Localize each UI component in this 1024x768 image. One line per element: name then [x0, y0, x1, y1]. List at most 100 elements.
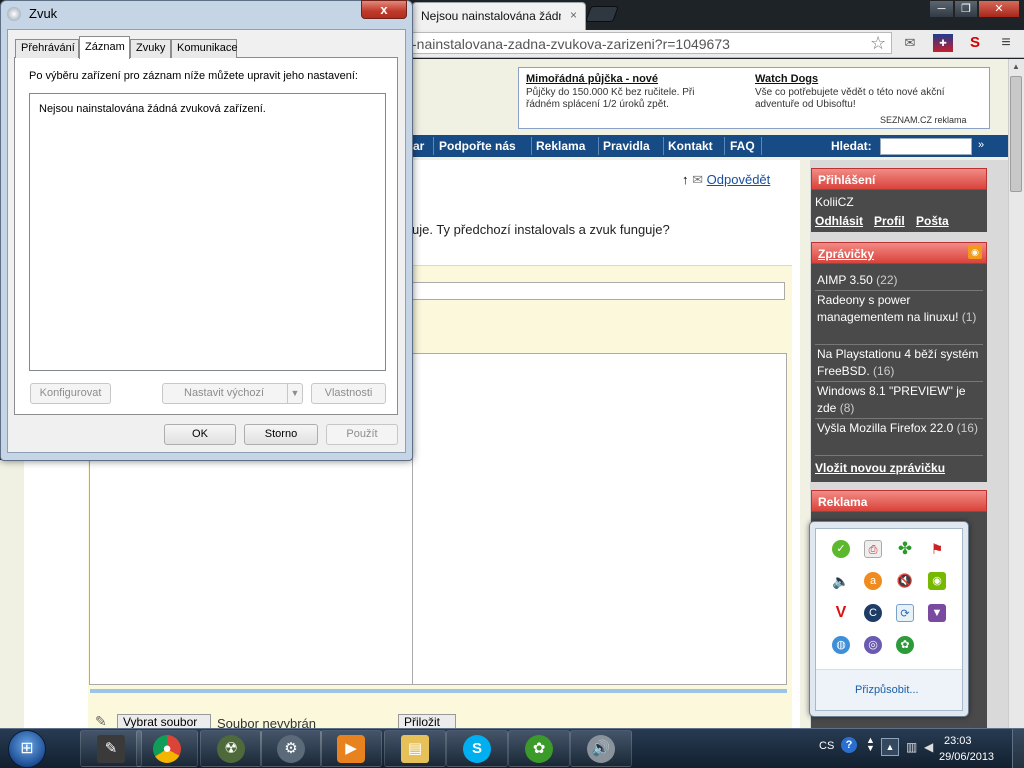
- window-close-button[interactable]: ✕: [978, 0, 1020, 18]
- address-url: -nainstalovana-zadna-zvukova-zarizeni?r=…: [412, 36, 730, 52]
- network-icon[interactable]: ▥: [906, 740, 917, 754]
- news-item[interactable]: AIMP 3.50 (22): [817, 272, 983, 289]
- volume-app[interactable]: 🔊: [570, 730, 632, 767]
- scroll-up-icon[interactable]: ▲: [1008, 59, 1024, 75]
- search-input[interactable]: [880, 138, 972, 155]
- reply-row: ↑ ✉ Odpovědět: [682, 172, 770, 188]
- tab-playback[interactable]: Přehrávání: [15, 39, 79, 58]
- menu-icon[interactable]: ≡: [996, 34, 1016, 52]
- language-switch-icon[interactable]: ▲ ▼: [866, 736, 875, 753]
- ok-button[interactable]: OK: [164, 424, 236, 445]
- maximize-button[interactable]: ❐: [954, 0, 978, 18]
- dialog-close-button[interactable]: x: [361, 0, 407, 19]
- add-news-link[interactable]: Vložit novou zprávičku: [815, 461, 945, 475]
- nav-separator: [598, 137, 599, 155]
- news-item[interactable]: Na Playstationu 4 běží systém FreeBSD. (…: [817, 346, 983, 380]
- printer-error-icon[interactable]: ⎙: [864, 540, 882, 558]
- nav-item[interactable]: Pravidla: [603, 139, 650, 153]
- sklik-extension-icon[interactable]: S: [965, 34, 985, 52]
- nav-item[interactable]: FAQ: [730, 139, 755, 153]
- news-heading-link[interactable]: Zprávičky: [818, 247, 874, 261]
- speaker-muted-icon[interactable]: 🔇: [896, 572, 914, 590]
- skype-app[interactable]: S: [446, 730, 508, 767]
- news-item[interactable]: Vyšla Mozilla Firefox 22.0 (16): [817, 420, 983, 437]
- arrow-up-icon[interactable]: ↑: [682, 172, 689, 187]
- show-desktop-button[interactable]: [1012, 729, 1024, 768]
- notepad-app[interactable]: ✎: [80, 730, 142, 767]
- news-separator: [815, 344, 983, 345]
- daemon-tools-icon[interactable]: ✤: [896, 540, 914, 558]
- configure-button[interactable]: Konfigurovat: [30, 383, 111, 404]
- nav-separator: [663, 137, 664, 155]
- nav-separator: [433, 137, 434, 155]
- search-go-button[interactable]: »: [978, 139, 984, 151]
- minimize-button[interactable]: ─: [929, 0, 954, 18]
- ad-text: Vše co potřebujete vědět o této nové akč…: [755, 87, 945, 110]
- mail-extension-icon[interactable]: ✉: [900, 34, 920, 52]
- news-item[interactable]: Windows 8.1 "PREVIEW" je zde (8): [817, 383, 983, 417]
- volume-icon[interactable]: ◀: [924, 740, 933, 754]
- chrome-app[interactable]: ●: [136, 730, 198, 767]
- star-icon[interactable]: ☆: [870, 33, 886, 54]
- set-default-button[interactable]: Nastavit výchozí: [162, 383, 303, 404]
- chevron-down-icon[interactable]: ▼: [287, 384, 302, 403]
- help-icon[interactable]: ?: [841, 737, 857, 753]
- clock-date[interactable]: 29/06/2013: [939, 751, 994, 763]
- apply-button[interactable]: Použít: [326, 424, 398, 445]
- stalker-app[interactable]: ☢: [200, 730, 262, 767]
- ccleaner-icon[interactable]: C: [864, 604, 882, 622]
- news-count: (16): [956, 421, 978, 435]
- avast-icon[interactable]: a: [864, 572, 882, 590]
- steam-app[interactable]: ⚙: [260, 730, 322, 767]
- tab-communications[interactable]: Komunikace: [171, 39, 238, 58]
- recording-device-list[interactable]: [29, 93, 386, 371]
- scroll-thumb[interactable]: [1010, 76, 1022, 192]
- customize-link[interactable]: Přizpůsobit...: [855, 684, 919, 696]
- empty-list-message: Nejsou nainstalována žádná zvuková zaříz…: [39, 103, 266, 115]
- reply-link[interactable]: Odpovědět: [707, 172, 771, 187]
- tab-sounds[interactable]: Zvuky: [130, 39, 171, 58]
- network-globe-icon[interactable]: ◍: [832, 636, 850, 654]
- ad-link[interactable]: Mimořádná půjčka - nové: [526, 73, 658, 85]
- language-indicator[interactable]: CS: [819, 740, 834, 752]
- update-icon[interactable]: ⟳: [896, 604, 914, 622]
- media-player-app[interactable]: ▶: [320, 730, 382, 767]
- nav-item[interactable]: ar: [413, 139, 424, 153]
- nav-item[interactable]: Kontakt: [668, 139, 713, 153]
- chrome-icon: ●: [153, 735, 181, 763]
- icq-app[interactable]: ✿: [508, 730, 570, 767]
- antivirus-shield-icon[interactable]: V: [832, 604, 850, 622]
- rss-icon[interactable]: ◉: [968, 245, 982, 259]
- subject-input[interactable]: [412, 282, 785, 300]
- nav-item[interactable]: Podpořte nás: [439, 139, 516, 153]
- speaker-icon[interactable]: 🔈: [832, 572, 850, 590]
- message-textarea[interactable]: [89, 460, 412, 685]
- nav-item[interactable]: Reklama: [536, 139, 585, 153]
- network-connection-icon[interactable]: ◎: [864, 636, 882, 654]
- cancel-button[interactable]: Storno: [244, 424, 318, 445]
- news-item[interactable]: Radeony s power managementem na linuxu! …: [817, 292, 983, 326]
- tab-close-icon[interactable]: ×: [570, 8, 577, 22]
- ad-link[interactable]: Watch Dogs: [755, 73, 818, 85]
- explorer-app[interactable]: ▤: [384, 730, 446, 767]
- show-hidden-icons-button[interactable]: ▲: [881, 738, 899, 756]
- new-tab-button[interactable]: [585, 6, 619, 22]
- news-title: Na Playstationu 4 běží systém FreeBSD.: [817, 347, 979, 378]
- logout-link[interactable]: Odhlásit: [815, 214, 863, 228]
- tab-recording[interactable]: Záznam: [79, 36, 130, 59]
- profile-link[interactable]: Profil: [874, 214, 905, 228]
- clock-time[interactable]: 23:03: [944, 735, 972, 747]
- flag-warning-icon[interactable]: ⚑: [928, 540, 946, 558]
- properties-button[interactable]: Vlastnosti: [311, 383, 386, 404]
- security-shield-icon[interactable]: ▼: [928, 604, 946, 622]
- message-textarea[interactable]: [412, 353, 787, 685]
- mail-link[interactable]: Pošta: [916, 214, 949, 228]
- flag-extension-icon[interactable]: ✚: [933, 34, 953, 52]
- nav-separator: [761, 137, 762, 155]
- stalker-icon: ☢: [217, 735, 245, 763]
- notepad-icon: ✎: [97, 735, 125, 763]
- evernote-icon[interactable]: ✓: [832, 540, 850, 558]
- icq-status-icon[interactable]: ✿: [896, 636, 914, 654]
- nvidia-icon[interactable]: ◉: [928, 572, 946, 590]
- browser-tab[interactable]: Nejsou nainstalována žádn ×: [412, 2, 586, 30]
